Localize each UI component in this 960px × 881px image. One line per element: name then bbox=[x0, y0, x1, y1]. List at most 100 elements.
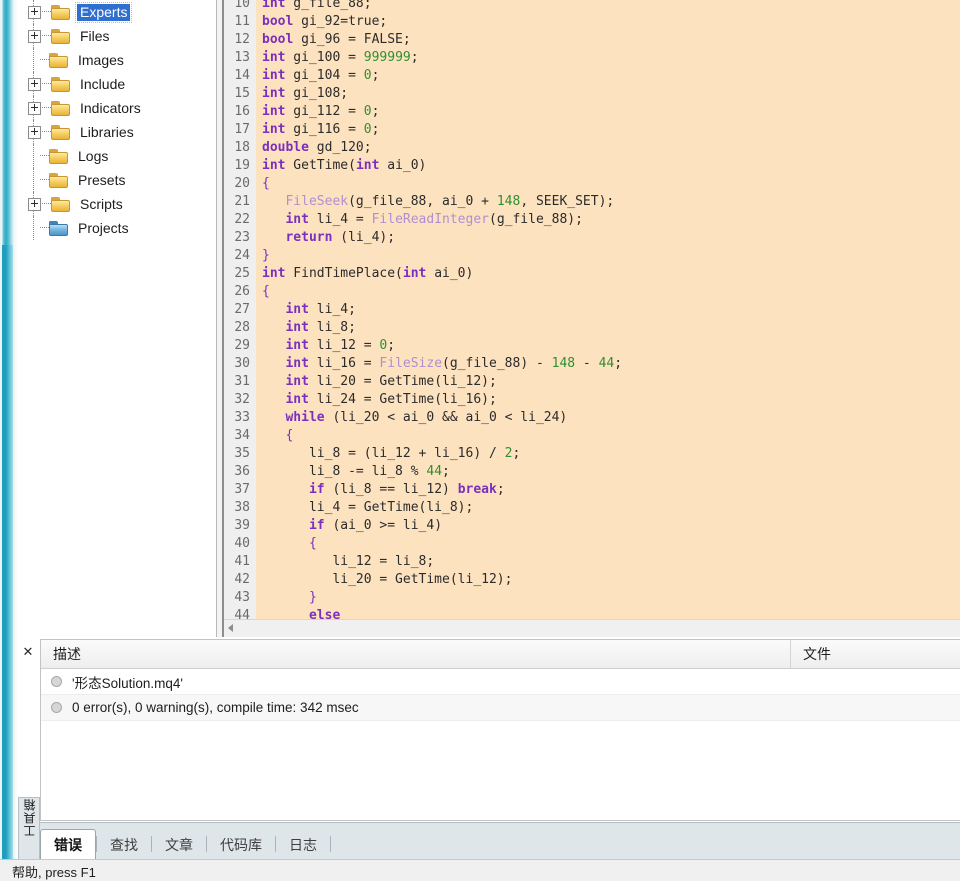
tree-item-label: Presets bbox=[75, 172, 128, 189]
code-line-text: while (li_20 < ai_0 && ai_0 < li_24) bbox=[256, 409, 960, 427]
code-line[interactable]: 29 int li_12 = 0; bbox=[224, 337, 960, 355]
code-editor[interactable]: 10int g_file_88;11bool gi_92=true;12bool… bbox=[222, 0, 960, 637]
code-line[interactable]: 40 { bbox=[224, 535, 960, 553]
code-line[interactable]: 18double gd_120; bbox=[224, 139, 960, 157]
tree-item-files[interactable]: Files bbox=[18, 24, 216, 48]
line-number: 10 bbox=[224, 0, 256, 13]
toolbox-tab-1[interactable]: 查找 bbox=[97, 831, 151, 859]
code-line[interactable]: 10int g_file_88; bbox=[224, 0, 960, 13]
tree-item-indicators[interactable]: Indicators bbox=[18, 96, 216, 120]
code-line[interactable]: 19int GetTime(int ai_0) bbox=[224, 157, 960, 175]
code-line[interactable]: 21 FileSeek(g_file_88, ai_0 + 148, SEEK_… bbox=[224, 193, 960, 211]
code-line[interactable]: 37 if (li_8 == li_12) break; bbox=[224, 481, 960, 499]
code-token: int bbox=[285, 320, 308, 335]
line-number: 18 bbox=[224, 139, 256, 157]
code-line[interactable]: 25int FindTimePlace(int ai_0) bbox=[224, 265, 960, 283]
code-line[interactable]: 32 int li_24 = GetTime(li_16); bbox=[224, 391, 960, 409]
code-line[interactable]: 13int gi_100 = 999999; bbox=[224, 49, 960, 67]
toolbox-tab-3[interactable]: 代码库 bbox=[207, 831, 275, 859]
tree-item-label: Projects bbox=[75, 220, 132, 237]
code-line-text: int li_12 = 0; bbox=[256, 337, 960, 355]
code-line[interactable]: 28 int li_8; bbox=[224, 319, 960, 337]
editor-horizontal-scrollbar[interactable] bbox=[224, 619, 960, 637]
folder-icon bbox=[51, 29, 70, 44]
code-line[interactable]: 35 li_8 = (li_12 + li_16) / 2; bbox=[224, 445, 960, 463]
code-token: { bbox=[309, 536, 317, 551]
code-line[interactable]: 26{ bbox=[224, 283, 960, 301]
column-header-description[interactable]: 描述 bbox=[41, 640, 791, 668]
tree-item-experts[interactable]: Experts bbox=[18, 0, 216, 24]
code-line[interactable]: 33 while (li_20 < ai_0 && ai_0 < li_24) bbox=[224, 409, 960, 427]
code-line[interactable]: 14int gi_104 = 0; bbox=[224, 67, 960, 85]
code-token: 0 bbox=[364, 104, 372, 119]
code-line[interactable]: 15int gi_108; bbox=[224, 85, 960, 103]
code-line[interactable]: 27 int li_4; bbox=[224, 301, 960, 319]
code-line[interactable]: 39 if (ai_0 >= li_4) bbox=[224, 517, 960, 535]
code-token: li_20 = GetTime(li_12); bbox=[262, 572, 512, 587]
code-line[interactable]: 30 int li_16 = FileSize(g_file_88) - 148… bbox=[224, 355, 960, 373]
code-token: g_file_88; bbox=[285, 0, 371, 11]
code-token: ; bbox=[512, 446, 520, 461]
toolbox-tab-4[interactable]: 日志 bbox=[276, 831, 330, 859]
code-token: int bbox=[285, 338, 308, 353]
code-line[interactable]: 24} bbox=[224, 247, 960, 265]
tree-item-scripts[interactable]: Scripts bbox=[18, 192, 216, 216]
code-token: (li_4); bbox=[332, 230, 395, 245]
code-line-text: if (ai_0 >= li_4) bbox=[256, 517, 960, 535]
tree-item-images[interactable]: Images bbox=[18, 48, 216, 72]
message-bullet-icon bbox=[51, 702, 62, 713]
code-line[interactable]: 42 li_20 = GetTime(li_12); bbox=[224, 571, 960, 589]
status-bar: 帮助, press F1 bbox=[0, 859, 960, 881]
expand-plus-icon[interactable] bbox=[28, 6, 41, 19]
toolbox-tab-2[interactable]: 文章 bbox=[152, 831, 206, 859]
code-token: int bbox=[285, 356, 308, 371]
error-list-row[interactable]: 0 error(s), 0 warning(s), compile time: … bbox=[41, 695, 960, 721]
code-token bbox=[262, 194, 285, 209]
scroll-left-arrow-icon[interactable] bbox=[228, 624, 233, 632]
expand-plus-icon[interactable] bbox=[28, 78, 41, 91]
tree-item-presets[interactable]: Presets bbox=[18, 168, 216, 192]
code-token: 148 bbox=[497, 194, 520, 209]
code-line[interactable]: 41 li_12 = li_8; bbox=[224, 553, 960, 571]
code-line[interactable]: 43 } bbox=[224, 589, 960, 607]
code-line[interactable]: 38 li_4 = GetTime(li_8); bbox=[224, 499, 960, 517]
code-line[interactable]: 36 li_8 -= li_8 % 44; bbox=[224, 463, 960, 481]
tree-item-libraries[interactable]: Libraries bbox=[18, 120, 216, 144]
code-line[interactable]: 16int gi_112 = 0; bbox=[224, 103, 960, 121]
column-header-file[interactable]: 文件 bbox=[791, 640, 960, 668]
toolbox-vertical-tab[interactable]: 工具箱 bbox=[18, 797, 40, 859]
expand-plus-icon[interactable] bbox=[28, 198, 41, 211]
code-token: ; bbox=[614, 356, 622, 371]
line-number: 21 bbox=[224, 193, 256, 211]
code-line-text: int gi_100 = 999999; bbox=[256, 49, 960, 67]
line-number: 43 bbox=[224, 589, 256, 607]
tree-item-include[interactable]: Include bbox=[18, 72, 216, 96]
tree-item-projects[interactable]: Projects bbox=[18, 216, 216, 240]
line-number: 16 bbox=[224, 103, 256, 121]
code-token: gi_112 = bbox=[285, 104, 363, 119]
toolbox-tab-0[interactable]: 错误 bbox=[40, 829, 96, 860]
line-number: 35 bbox=[224, 445, 256, 463]
expand-plus-icon[interactable] bbox=[28, 30, 41, 43]
expand-plus-icon[interactable] bbox=[28, 102, 41, 115]
line-number: 13 bbox=[224, 49, 256, 67]
code-token: li_20 = GetTime(li_12); bbox=[309, 374, 497, 389]
code-line[interactable]: 23 return (li_4); bbox=[224, 229, 960, 247]
tree-item-label: Indicators bbox=[77, 100, 144, 117]
close-icon[interactable]: ✕ bbox=[19, 644, 37, 660]
code-line[interactable]: 11bool gi_92=true; bbox=[224, 13, 960, 31]
tree-item-logs[interactable]: Logs bbox=[18, 144, 216, 168]
code-line[interactable]: 20{ bbox=[224, 175, 960, 193]
expand-plus-icon[interactable] bbox=[28, 126, 41, 139]
error-list-row[interactable]: '形态Solution.mq4' bbox=[41, 669, 960, 695]
errors-list-pane[interactable]: 描述 文件 '形态Solution.mq4'0 error(s), 0 warn… bbox=[40, 639, 960, 821]
navigator-tree-panel[interactable]: ExpertsFilesImagesInclude Indicators Libra… bbox=[18, 0, 217, 638]
code-editor-content[interactable]: 10int g_file_88;11bool gi_92=true;12bool… bbox=[224, 0, 960, 620]
toolbox-panel: ✕ 工具箱 描述 文件 '形态Solution.mq4'0 error(s), … bbox=[18, 637, 960, 859]
code-line[interactable]: 17int gi_116 = 0; bbox=[224, 121, 960, 139]
code-line[interactable]: 31 int li_20 = GetTime(li_12); bbox=[224, 373, 960, 391]
code-line[interactable]: 34 { bbox=[224, 427, 960, 445]
code-token: { bbox=[285, 428, 293, 443]
code-line[interactable]: 22 int li_4 = FileReadInteger(g_file_88)… bbox=[224, 211, 960, 229]
code-line[interactable]: 12bool gi_96 = FALSE; bbox=[224, 31, 960, 49]
